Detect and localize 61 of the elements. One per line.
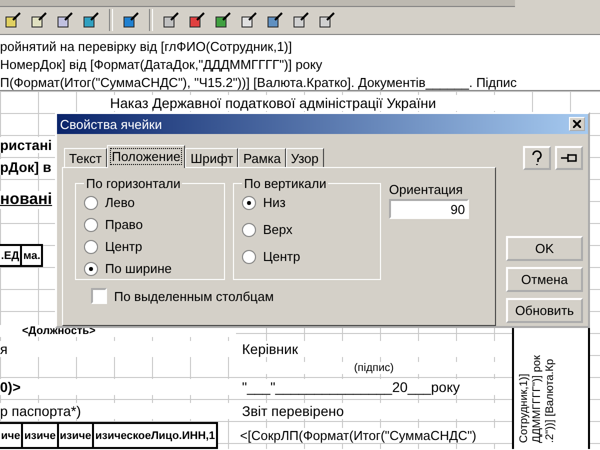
orientation-field[interactable]: 90: [389, 199, 469, 219]
formula-line: П(Формат(Итог("СуммаСНДС"), "Ч15.2"))] [Валюта.Кратко]. Документів______. Підпис: [0, 74, 518, 91]
field-label: Ориентация: [389, 182, 464, 197]
table-cell: изиче: [56, 422, 94, 449]
tab[interactable]: Текст: [64, 148, 107, 167]
radio-button[interactable]: [84, 262, 98, 276]
table-cell: иче: [0, 422, 24, 449]
vertical-text: Сотрудник,1)]: [518, 372, 531, 445]
tab[interactable]: Положение: [106, 145, 186, 168]
dialog-button[interactable]: Обновить: [506, 298, 583, 323]
wand-icon: [240, 11, 258, 29]
wand-icon: [292, 11, 310, 29]
dialog-title: Свойства ячейки: [60, 116, 162, 132]
table-cell: Керівник: [236, 341, 512, 357]
checkbox[interactable]: [91, 288, 107, 304]
close-button[interactable]: [569, 117, 585, 131]
dialog-button[interactable]: Отмена: [506, 267, 583, 292]
dialog-button[interactable]: OK: [506, 236, 583, 261]
tab[interactable]: Рамка: [238, 148, 286, 167]
group-title: По горизонтали: [85, 176, 182, 191]
table-cell: .ЕД: [0, 244, 22, 267]
help-icon: [531, 150, 543, 166]
radio-button[interactable]: [84, 240, 98, 254]
table-cell: я: [0, 341, 236, 357]
help-button[interactable]: [523, 146, 551, 170]
radio-option[interactable]: Низ: [242, 195, 372, 210]
vertical-text: .2"))] [Валюта.Кр: [544, 358, 557, 445]
wand-icon: [162, 11, 180, 29]
vertical-text: ДДММГГГГ")] рок: [531, 354, 544, 445]
wand-icon: [122, 11, 140, 29]
radio-option[interactable]: Лево: [84, 195, 216, 210]
tab[interactable]: Шрифт: [185, 148, 238, 167]
radio-button[interactable]: [84, 218, 98, 232]
wand-icon: [318, 11, 336, 29]
table-cell: изиче: [21, 422, 59, 449]
radio-button[interactable]: [242, 222, 256, 236]
group-title: По вертикали: [243, 176, 328, 191]
tab[interactable]: Узор: [286, 148, 324, 167]
radio-option[interactable]: Право: [84, 217, 216, 232]
pin-icon: [560, 152, 578, 164]
wand-icon: [214, 11, 232, 29]
wand-icon: [56, 11, 74, 29]
radio-option[interactable]: Центр: [84, 239, 216, 254]
radio-button[interactable]: [242, 196, 256, 210]
table-cell: изическоеЛицо.ИНН,1: [92, 422, 218, 449]
wand-icon: [30, 11, 48, 29]
formula-line: НомерДок] від [Формат(ДатаДок,"ДДДММГГГГ")] року: [0, 56, 324, 73]
pin-button[interactable]: [555, 146, 583, 170]
formula-line: ройнятий на перевірку від [глФИО(Сотрудник,1)]: [0, 38, 293, 55]
table-cell: ма.: [20, 244, 44, 267]
radio-option[interactable]: По ширине: [84, 261, 216, 276]
radio-button[interactable]: [242, 250, 256, 264]
wand-icon: [82, 11, 100, 29]
wand-icon: [188, 11, 206, 29]
close-icon: [573, 120, 581, 128]
radio-option[interactable]: Верх: [242, 222, 372, 237]
wand-icon: [266, 11, 284, 29]
radio-option[interactable]: Центр: [242, 249, 372, 264]
wand-icon: [4, 11, 22, 29]
radio-button[interactable]: [84, 196, 98, 210]
checkbox-option[interactable]: По выделенным столбцам: [75, 288, 483, 304]
